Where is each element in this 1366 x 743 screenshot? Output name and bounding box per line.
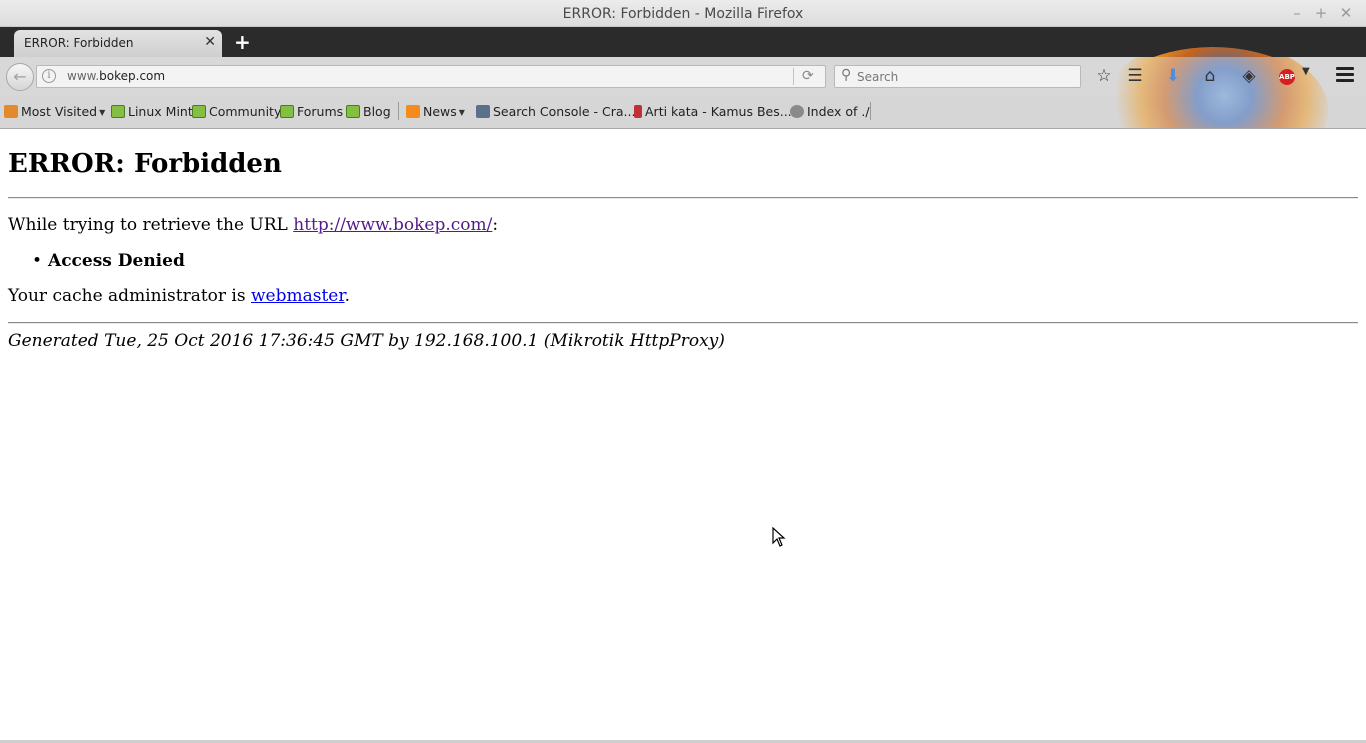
admin-message: Your cache administrator is webmaster. <box>8 286 351 306</box>
bookmark-arti-kata[interactable]: Arti kata - Kamus Bes... <box>634 104 792 119</box>
tab-strip: ERROR: Forbidden ✕ + <box>0 27 1366 57</box>
bookmark-blog[interactable]: Blog <box>346 104 391 119</box>
bullet: • <box>32 251 43 271</box>
navigation-toolbar: ← i www.bokep.com ⟳ ⚲ ☆ ☰ ⬇ ⌂ ◈ ABP ▼ <box>0 57 1366 95</box>
tab-label: ERROR: Forbidden <box>24 36 134 50</box>
tab-error-forbidden[interactable]: ERROR: Forbidden ✕ <box>14 30 222 57</box>
pocket-icon[interactable]: ◈ <box>1237 65 1261 87</box>
bookmark-separator <box>870 102 871 120</box>
maximize-button[interactable]: + <box>1314 4 1328 22</box>
bookmark-separator <box>398 102 399 120</box>
search-icon: ⚲ <box>841 67 852 83</box>
mint-icon <box>111 105 125 118</box>
divider <box>8 197 1358 199</box>
site-info-icon[interactable]: i <box>42 69 56 83</box>
reading-list-icon[interactable]: ☰ <box>1123 65 1147 87</box>
url-bar[interactable]: i www.bokep.com ⟳ <box>36 65 826 88</box>
page-heading: ERROR: Forbidden <box>8 149 282 179</box>
webmaster-link[interactable]: webmaster <box>251 286 345 306</box>
bookmarks-toolbar: Most Visited ▼ Linux Mint Community Forum… <box>0 95 1366 129</box>
new-tab-button[interactable]: + <box>234 30 251 54</box>
close-tab-icon[interactable]: ✕ <box>204 34 216 50</box>
bookmark-index-of[interactable]: Index of ./ <box>790 104 870 119</box>
bookmark-star-icon[interactable]: ☆ <box>1092 65 1116 87</box>
globe-icon <box>790 105 804 118</box>
mint-icon <box>192 105 206 118</box>
divider <box>8 322 1358 324</box>
search-input[interactable] <box>857 68 1072 85</box>
back-button[interactable]: ← <box>6 63 34 91</box>
page-content: ERROR: Forbidden While trying to retriev… <box>0 129 1366 741</box>
adblock-dropdown-icon[interactable]: ▼ <box>1302 66 1310 77</box>
bookmark-most-visited[interactable]: Most Visited ▼ <box>4 104 105 119</box>
window-title: ERROR: Forbidden - Mozilla Firefox <box>562 6 804 22</box>
bookmark-linux-mint[interactable]: Linux Mint <box>111 104 193 119</box>
search-bar[interactable]: ⚲ <box>834 65 1081 88</box>
mint-icon <box>280 105 294 118</box>
chevron-down-icon: ▼ <box>99 108 106 117</box>
bookmark-community[interactable]: Community <box>192 104 281 119</box>
firefox-logo-background <box>1098 47 1328 57</box>
mint-icon <box>346 105 360 118</box>
minimize-button[interactable]: – <box>1290 4 1304 22</box>
denial-reason: • Access Denied <box>32 251 185 271</box>
download-icon[interactable]: ⬇ <box>1161 65 1185 87</box>
retrieve-message: While trying to retrieve the URL http://… <box>8 215 499 235</box>
bookmark-news[interactable]: News ▼ <box>406 104 465 119</box>
adblock-icon[interactable]: ABP <box>1279 69 1295 85</box>
close-window-button[interactable]: ✕ <box>1339 4 1353 22</box>
generated-footer: Generated Tue, 25 Oct 2016 17:36:45 GMT … <box>8 331 725 351</box>
bookmark-search-console[interactable]: Search Console - Cra... <box>476 104 635 119</box>
chevron-down-icon: ▼ <box>458 108 465 117</box>
retrieved-url-link[interactable]: http://www.bokep.com/ <box>293 215 492 235</box>
url-value[interactable]: www.bokep.com <box>67 69 165 83</box>
reload-icon[interactable]: ⟳ <box>802 68 814 84</box>
book-icon <box>634 105 642 118</box>
mouse-cursor-icon <box>772 527 786 547</box>
folder-icon <box>4 105 18 118</box>
rss-icon <box>406 105 420 118</box>
firefox-logo-background <box>1098 95 1328 128</box>
home-icon[interactable]: ⌂ <box>1198 65 1222 87</box>
menu-icon[interactable] <box>1336 67 1354 85</box>
url-bar-separator <box>793 68 794 85</box>
window-titlebar: ERROR: Forbidden - Mozilla Firefox – + ✕ <box>0 0 1366 27</box>
bookmark-forums[interactable]: Forums <box>280 104 343 119</box>
console-icon <box>476 105 490 118</box>
